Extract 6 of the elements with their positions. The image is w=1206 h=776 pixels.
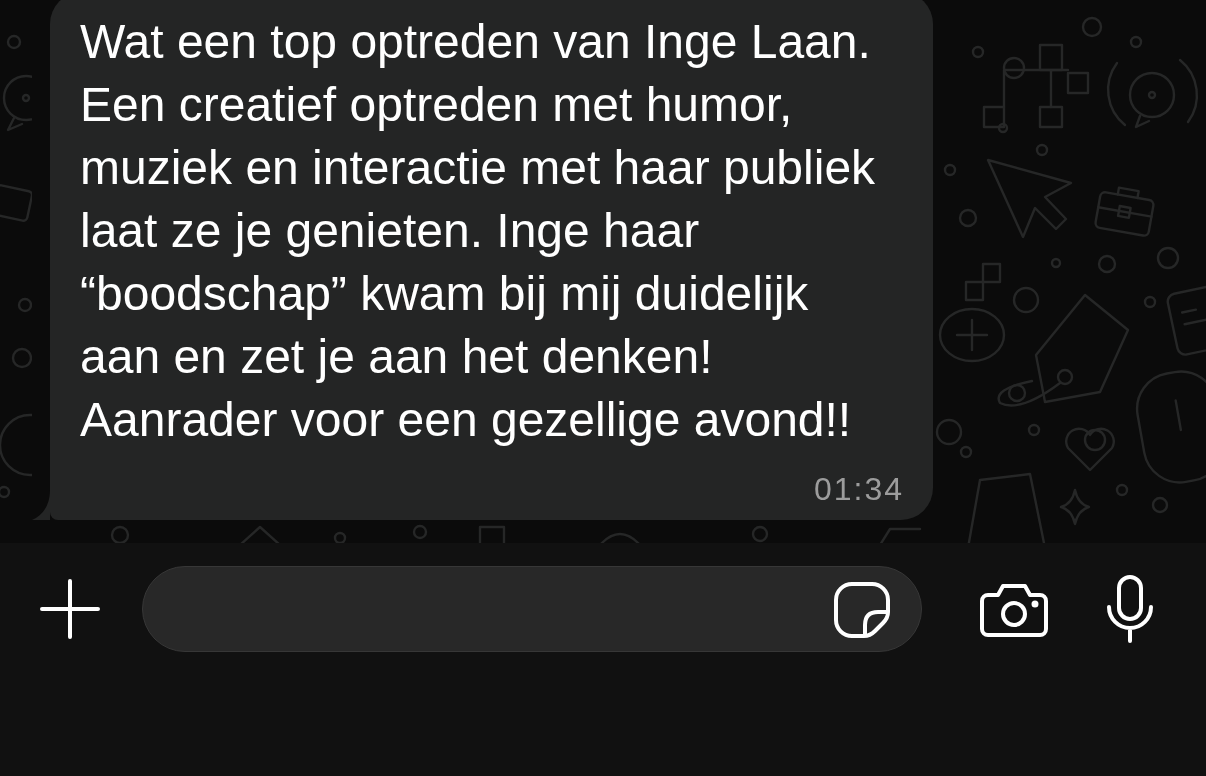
microphone-icon[interactable] [1106,575,1154,643]
message-text: Wat een top optreden van Inge Laan. Een creatief optreden met humor, muziek en interactie met haar publiek laat ze je genieten. Inge haar “boodschap” kwam bij mij duidelijk aan en zet je aan het denken! Aanrader voor een gezellige avond!! [80,14,877,448]
plus-icon[interactable] [40,579,100,639]
camera-icon[interactable] [980,583,1048,637]
sticker-icon[interactable] [834,582,890,638]
message-time: 01:34 [813,471,904,507]
